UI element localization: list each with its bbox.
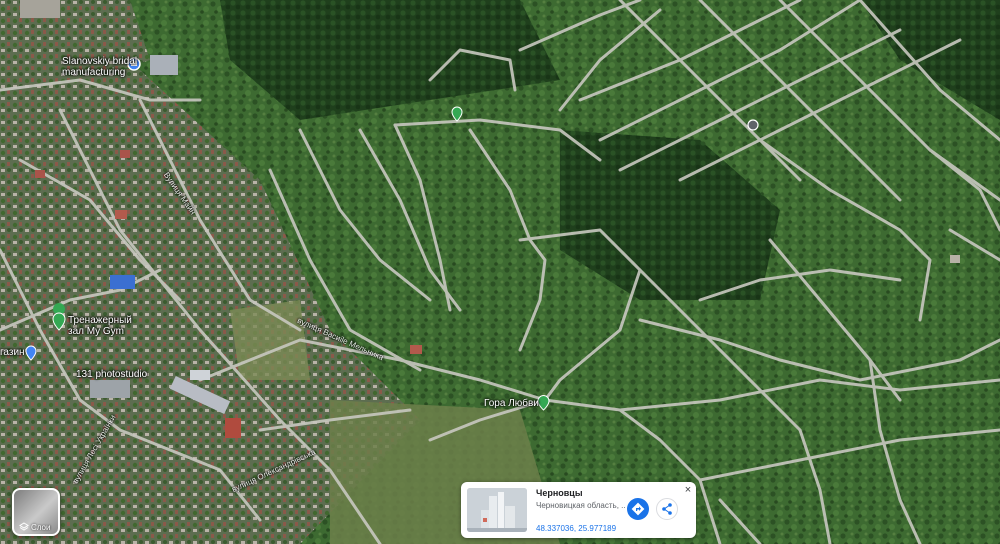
place-pin-icon[interactable] [747,119,759,131]
label-gym-line1[interactable]: Тренажерный [68,315,132,326]
label-gym-line2[interactable]: зал My Gym [68,326,124,337]
close-icon[interactable]: × [683,484,693,496]
layers-button[interactable]: Слои [12,488,60,536]
label-photostudio[interactable]: 131 photostudio [76,369,147,380]
label-slanovskiy[interactable]: Slanovskiy bridal manufacturing [62,56,137,78]
place-subtitle: Черновицкая область, ... [536,501,626,510]
poi-east[interactable] [747,119,759,131]
satellite-map[interactable] [0,0,1000,544]
layers-label: Слои [31,523,51,532]
place-title: Черновцы [536,488,583,498]
directions-button[interactable] [627,498,649,520]
label-hill[interactable]: Гора Любви [484,398,539,409]
directions-icon [631,502,645,516]
city-photo-icon [467,488,527,532]
place-card[interactable]: Черновцы Черновицкая область, ... 48.337… [461,482,696,538]
layers-icon [19,522,29,531]
share-icon [662,503,672,515]
place-coordinates[interactable]: 48.337036, 25.977189 [536,524,616,533]
place-thumbnail[interactable] [467,488,527,532]
label-shop[interactable]: газин [0,347,25,358]
share-button[interactable] [656,498,678,520]
